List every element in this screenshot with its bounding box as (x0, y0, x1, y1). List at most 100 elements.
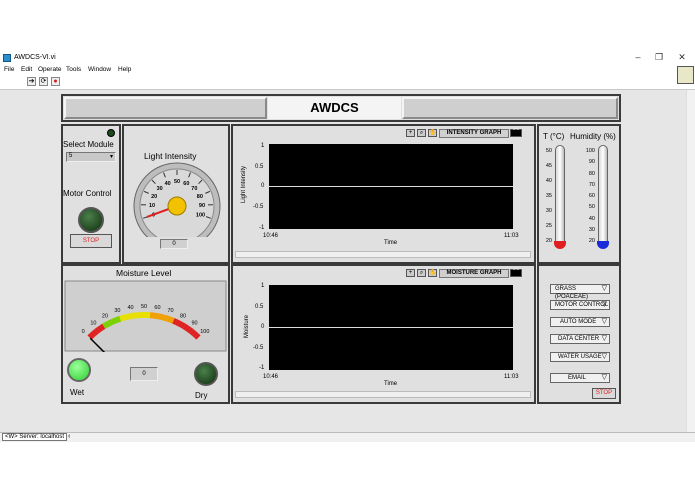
close-button[interactable]: ✕ (676, 52, 688, 63)
arc-segment (140, 312, 144, 319)
gauge-tick-label: 90 (199, 203, 205, 209)
run-continuously-icon[interactable]: ⟳ (39, 77, 48, 86)
graph-pan-icon[interactable]: ✋ (428, 269, 437, 277)
humidity-label: Humidity (%) (570, 132, 616, 141)
chevron-down-icon: ▾ (109, 154, 113, 160)
menu-file[interactable]: File (4, 66, 14, 73)
chevron-down-icon: ▽ (601, 285, 607, 292)
plot-legend-icon[interactable]: ⌒ (510, 269, 522, 277)
scale-tick-label: 35 (545, 193, 552, 199)
nav-motor-control[interactable]: MOTOR CONTROL ▽ (550, 300, 610, 310)
gauge-tick-label: 100 (196, 213, 205, 219)
moisture-plot-line (269, 327, 513, 328)
server-status: <W> Server: localhost (2, 433, 68, 441)
nav-data-center[interactable]: DATA CENTER ▽ (550, 334, 610, 344)
gauge-tick-label: 70 (191, 186, 197, 192)
vertical-scrollbar[interactable] (686, 90, 695, 432)
arc-segment (137, 312, 142, 319)
humidity-thermometer (598, 145, 608, 247)
intensity-x-axis-label: Time (384, 240, 398, 246)
intensity-horizontal-scrollbar[interactable] (235, 251, 531, 258)
menu-window[interactable]: Window (88, 66, 111, 73)
y-tick: -1 (259, 225, 265, 231)
header-left-bar (64, 97, 267, 119)
menu-tools[interactable]: Tools (66, 66, 81, 73)
gauge-tick-label: 20 (151, 194, 157, 200)
moisture-tick-label: 80 (180, 313, 186, 319)
toolbar (0, 75, 695, 89)
y-tick: 0 (261, 324, 265, 330)
scale-tick-label: 30 (588, 226, 595, 233)
graph-pan-icon[interactable]: ✋ (428, 129, 437, 137)
chevron-down-icon: ▽ (601, 335, 607, 342)
moisture-level-label: Moisture Level (116, 268, 172, 278)
chevron-down-icon: ▽ (601, 318, 607, 325)
moisture-tick-label: 60 (154, 305, 160, 311)
status-bar (0, 432, 695, 442)
moisture-tick-label: 10 (90, 320, 96, 326)
graph-zoom-icon[interactable]: ⌕ (417, 269, 426, 277)
y-tick: -0.5 (253, 204, 264, 210)
x-tick-end: 11:03 (504, 374, 519, 380)
moisture-tick-label: 50 (141, 304, 147, 310)
scale-tick-label: 30 (545, 208, 552, 214)
nav-auto-mode[interactable]: AUTO MODE ▽ (550, 317, 610, 327)
module-select-value: 5 (69, 153, 73, 159)
vi-icon (677, 66, 694, 84)
scroll-left-icon[interactable]: ‹ (68, 433, 70, 440)
scale-tick-label: 60 (588, 193, 595, 199)
moisture-tick-label: 90 (191, 320, 197, 326)
minimize-button[interactable]: – (632, 52, 644, 63)
plot-legend-icon[interactable]: ⌒ (510, 129, 522, 137)
moisture-tick-label: 40 (127, 305, 133, 311)
gauge-tick-label: 30 (157, 186, 163, 192)
run-arrow-icon[interactable]: ➔ (27, 77, 36, 86)
nav-email[interactable]: EMAIL ▽ (550, 373, 610, 383)
nav-water-usage[interactable]: WATER USAGE ▽ (550, 352, 610, 362)
nav-stop-button[interactable]: STOP (592, 388, 616, 399)
scale-tick-label: 45 (545, 163, 552, 169)
menu-operate[interactable]: Operate (38, 66, 62, 73)
moisture-y-axis-label: Moisture (244, 314, 250, 338)
abort-icon[interactable]: ● (51, 77, 60, 86)
graph-zoom-icon[interactable]: ⌕ (417, 129, 426, 137)
menu-help[interactable]: Help (118, 66, 131, 73)
scale-tick-label: 50 (545, 148, 552, 154)
dry-led-icon (194, 362, 218, 386)
moisture-tick-label: 0 (82, 329, 85, 335)
scale-tick-label: 50 (588, 204, 595, 211)
intensity-plot-line (269, 186, 513, 187)
scale-tick-label: 80 (588, 170, 595, 177)
nav-grass-label: GRASS (POACEAE) (555, 286, 589, 300)
moisture-tick-label: 30 (114, 308, 120, 314)
graph-cursor-icon[interactable]: + (406, 129, 415, 137)
moisture-graph-title: MOISTURE GRAPH (439, 269, 509, 278)
moisture-gauge: 0 10 20 30 40 50 60 70 80 90100 (64, 280, 227, 352)
dry-label: Dry (195, 391, 208, 400)
nav-auto-mode-label: AUTO MODE (560, 319, 597, 325)
graph-cursor-icon[interactable]: + (406, 269, 415, 277)
scale-tick-label: 100 (585, 148, 595, 154)
gauge-tick-label: 40 (165, 181, 171, 187)
motor-stop-button[interactable]: STOP (70, 234, 112, 248)
maximize-button[interactable]: ❐ (653, 52, 665, 63)
arc-segment (144, 312, 148, 319)
window-titlebar (0, 50, 695, 66)
y-tick: 0 (261, 183, 265, 189)
scale-tick-label: 90 (588, 159, 595, 166)
light-gauge: 0102030405060708090100 (133, 162, 221, 237)
wet-led-icon (67, 358, 91, 382)
y-tick: 0.5 (255, 164, 264, 170)
scale-tick-label: 70 (588, 181, 595, 188)
module-select[interactable]: 5 ▾ (66, 152, 116, 162)
motor-led-icon (78, 207, 104, 233)
motor-control-label: Motor Control (63, 189, 112, 198)
nav-motor-control-label: MOTOR CONTROL (555, 302, 609, 308)
chevron-down-icon: ▽ (601, 353, 607, 360)
nav-grass[interactable]: GRASS (POACEAE) ▽ (550, 284, 610, 300)
intensity-y-axis-label: Light Intensity (241, 165, 247, 203)
arc-segment (146, 312, 151, 319)
x-tick-end: 11:03 (504, 233, 519, 239)
menu-edit[interactable]: Edit (21, 66, 32, 73)
moisture-horizontal-scrollbar[interactable] (235, 391, 531, 398)
